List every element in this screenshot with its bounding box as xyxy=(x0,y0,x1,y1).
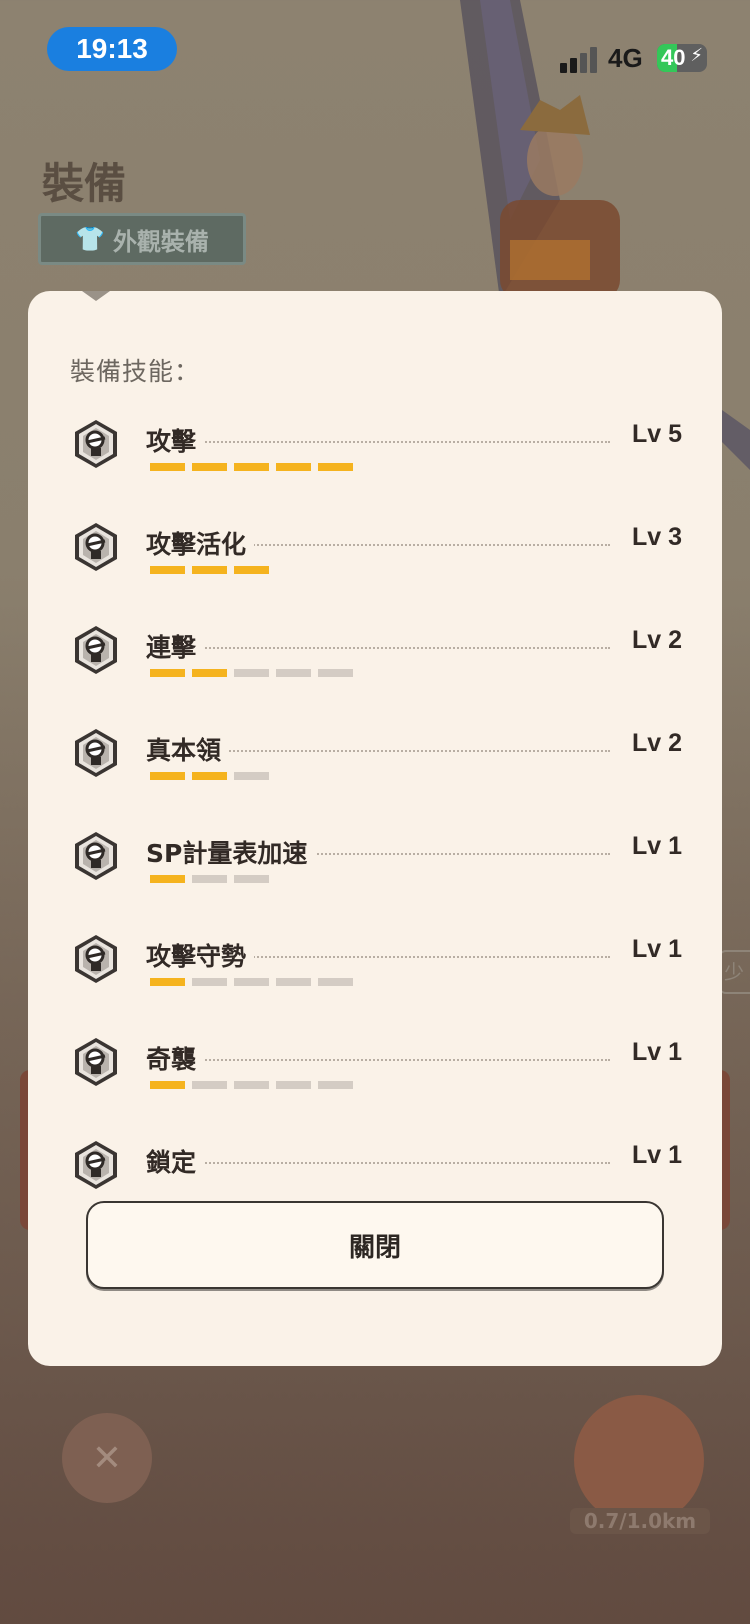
level-bar-filled xyxy=(150,463,185,471)
skill-icon xyxy=(70,1036,122,1088)
skill-level: Lv 1 xyxy=(623,1141,682,1170)
level-bar-empty xyxy=(192,875,227,883)
level-bar-empty xyxy=(192,978,227,986)
level-bar-filled xyxy=(318,463,353,471)
level-bars xyxy=(150,978,353,986)
skill-row: 攻擊活化 Lv 3 xyxy=(70,521,682,591)
skill-row: 真本領 Lv 2 xyxy=(70,727,682,797)
skill-icon xyxy=(70,933,122,985)
level-bar-filled xyxy=(150,669,185,677)
level-bar-empty xyxy=(234,1081,269,1089)
skill-level: Lv 2 xyxy=(623,729,682,758)
level-bar-empty xyxy=(234,978,269,986)
level-bar-empty xyxy=(234,772,269,780)
skill-level: Lv 5 xyxy=(623,420,682,449)
level-bar-filled xyxy=(150,1081,185,1089)
level-bar-empty xyxy=(276,978,311,986)
dotted-leader xyxy=(146,1162,610,1164)
level-bar-empty xyxy=(276,1081,311,1089)
skills-heading: 裝備技能： xyxy=(70,357,201,386)
battery-icon: 40 ⚡ xyxy=(657,44,707,72)
skill-row: 連擊 Lv 2 xyxy=(70,624,682,694)
skill-level: Lv 1 xyxy=(623,1038,682,1067)
network-type: 4G xyxy=(608,43,643,73)
close-x-button[interactable]: ✕ xyxy=(62,1413,152,1503)
dotted-leader xyxy=(146,647,610,649)
level-bar-filled xyxy=(150,566,185,574)
skill-name: 攻擊守勢 xyxy=(146,937,255,973)
level-bar-filled xyxy=(234,463,269,471)
level-bar-empty xyxy=(276,669,311,677)
level-bar-empty xyxy=(318,669,353,677)
level-bar-empty xyxy=(192,1081,227,1089)
level-bars xyxy=(150,772,269,780)
page-title: 裝備 xyxy=(42,159,127,208)
skill-icon xyxy=(70,418,122,470)
appearance-equipment-button[interactable]: 👕 外觀裝備 xyxy=(38,213,246,265)
signal-icon xyxy=(560,47,597,73)
skill-row: 鎖定 Lv 1 xyxy=(70,1139,682,1209)
skill-row: 攻擊 Lv 5 xyxy=(70,418,682,488)
skill-name: 攻擊 xyxy=(146,422,205,458)
level-bar-filled xyxy=(234,566,269,574)
skill-row: 攻擊守勢 Lv 1 xyxy=(70,933,682,1003)
level-bar-filled xyxy=(150,772,185,780)
skill-name: 奇襲 xyxy=(146,1040,205,1076)
skill-level: Lv 3 xyxy=(623,523,682,552)
skill-name: 連擊 xyxy=(146,628,205,664)
skill-row: SP計量表加速 Lv 1 xyxy=(70,830,682,900)
level-bars xyxy=(150,1081,353,1089)
level-bar-filled xyxy=(192,669,227,677)
status-time: 19:13 xyxy=(47,27,177,71)
skill-row: 奇襲 Lv 1 xyxy=(70,1036,682,1106)
modal-notch-icon xyxy=(82,291,110,301)
skill-icon xyxy=(70,1139,122,1191)
level-bar-filled xyxy=(192,566,227,574)
skill-icon xyxy=(70,727,122,779)
battery-level: 40 xyxy=(661,45,686,70)
level-bars xyxy=(150,463,353,471)
skill-name: 真本領 xyxy=(146,731,230,767)
level-bar-filled xyxy=(276,463,311,471)
level-bar-filled xyxy=(192,772,227,780)
skill-name: 攻擊活化 xyxy=(146,525,255,561)
skill-icon xyxy=(70,624,122,676)
level-bar-filled xyxy=(150,978,185,986)
level-bar-filled xyxy=(150,875,185,883)
skill-icon xyxy=(70,521,122,573)
dotted-leader xyxy=(146,1059,610,1061)
distance-label: 0.7/1.0km xyxy=(570,1508,710,1534)
level-bar-empty xyxy=(234,669,269,677)
skill-name: 鎖定 xyxy=(146,1143,205,1179)
level-bars xyxy=(150,669,353,677)
charging-icon: ⚡ xyxy=(690,45,703,66)
level-bars xyxy=(150,566,269,574)
close-button[interactable]: 關閉 xyxy=(86,1201,664,1289)
level-bar-empty xyxy=(318,978,353,986)
level-bar-empty xyxy=(234,875,269,883)
skill-icon xyxy=(70,830,122,882)
skill-level: Lv 1 xyxy=(623,935,682,964)
dotted-leader xyxy=(146,441,610,443)
level-bars xyxy=(150,875,269,883)
skill-level: Lv 2 xyxy=(623,626,682,655)
close-icon: ✕ xyxy=(91,1437,123,1479)
skill-level: Lv 1 xyxy=(623,832,682,861)
shirt-icon: 👕 xyxy=(75,225,105,253)
map-avatar[interactable] xyxy=(574,1395,704,1525)
appearance-equipment-label: 外觀裝備 xyxy=(112,227,209,256)
side-chip: 少 xyxy=(718,950,750,994)
level-bar-filled xyxy=(192,463,227,471)
skill-name: SP計量表加速 xyxy=(146,834,316,870)
level-bar-empty xyxy=(318,1081,353,1089)
